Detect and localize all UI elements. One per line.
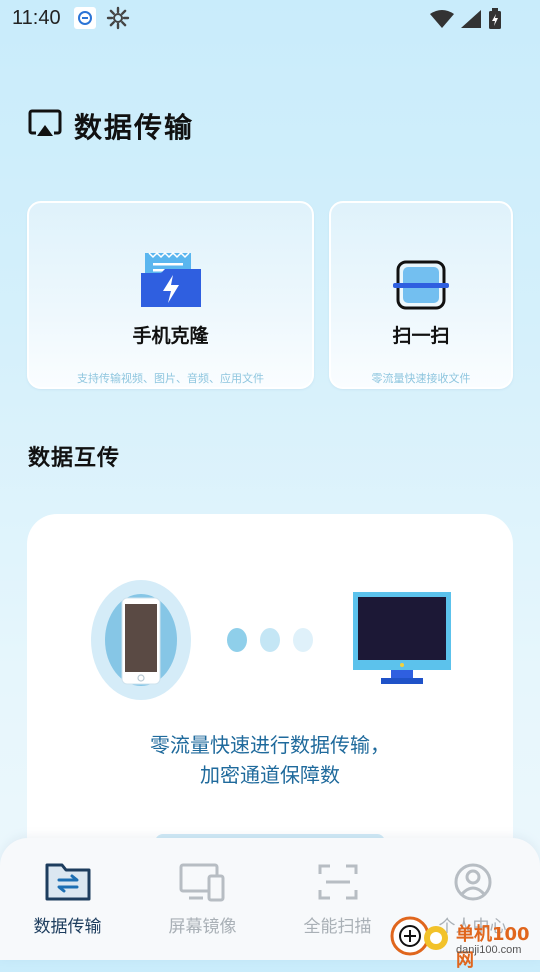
phone-clone-subtitle: 支持传输视频、图片、音频、应用文件 (77, 372, 264, 385)
nav-item-data-transfer[interactable]: 数据传输 (0, 838, 135, 960)
gear-icon (106, 6, 130, 34)
status-time: 11:40 (12, 7, 61, 29)
transfer-description: 零流量快速进行数据传输， 加密通道保障数 (27, 730, 513, 790)
status-bar: 11:40 (0, 0, 540, 38)
section-title: 数据互传 (28, 446, 121, 471)
screen-mirror-icon (179, 862, 227, 906)
nav-item-smart-scan[interactable]: 全能扫描 (270, 838, 405, 960)
transfer-folder-icon (44, 862, 92, 906)
nav-label: 数据传输 (33, 917, 102, 937)
scan-frame-icon (316, 862, 360, 906)
battery-charging-icon (488, 8, 502, 34)
page-title: 数据传输 (74, 111, 195, 144)
scan-icon (392, 259, 450, 315)
watermark: 单机100网 danji100.com (390, 912, 540, 971)
phone-clone-card[interactable]: 手机克隆 支持传输视频、图片、音频、应用文件 (27, 201, 314, 389)
nav-label: 全能扫描 (303, 917, 372, 937)
page-header: 数据传输 (28, 106, 194, 146)
folder-lightning-icon (139, 251, 203, 313)
watermark-logo-icon (390, 916, 448, 956)
signal-icon (460, 9, 482, 33)
nav-item-screen-mirror[interactable]: 屏幕镜像 (135, 838, 270, 960)
phone-clone-title: 手机克隆 (132, 325, 209, 347)
scan-subtitle: 零流量快速接收文件 (371, 372, 471, 385)
transfer-dot-2 (260, 628, 280, 652)
wifi-icon (430, 9, 454, 33)
user-icon (453, 862, 493, 906)
scan-title: 扫一扫 (392, 325, 450, 347)
monitor-illustration (353, 590, 453, 692)
watermark-line2: danji100.com (456, 944, 522, 956)
cast-icon (28, 109, 62, 143)
transfer-description-line2: 加密通道保障数 (200, 763, 340, 787)
transfer-dot-3 (293, 628, 313, 652)
app-notification-icon (74, 7, 96, 29)
nav-label: 屏幕镜像 (168, 917, 237, 937)
scan-card[interactable]: 扫一扫 零流量快速接收文件 (329, 201, 513, 389)
transfer-dot-1 (227, 628, 247, 652)
phone-illustration (89, 578, 193, 706)
transfer-description-line1: 零流量快速进行数据传输， (150, 733, 390, 757)
